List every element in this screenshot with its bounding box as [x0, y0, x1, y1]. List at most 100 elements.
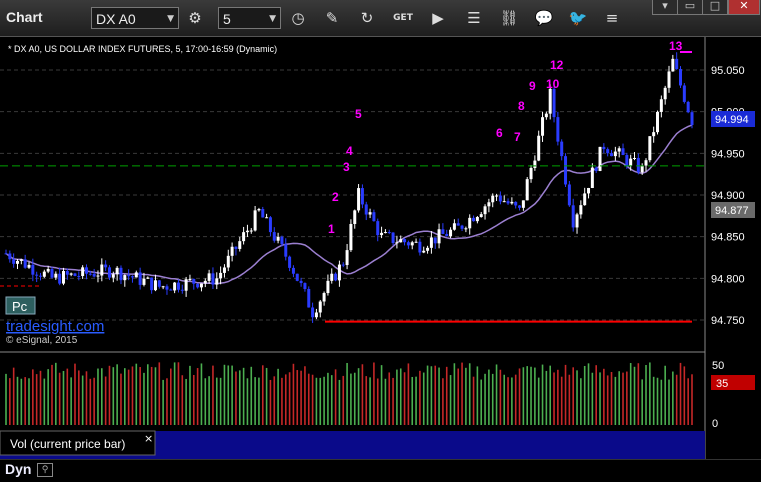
play-icon[interactable]: ▶: [426, 7, 450, 29]
link-icon[interactable]: ⛓: [497, 7, 521, 29]
interval-value: 5: [223, 11, 231, 27]
candle-body: [460, 225, 464, 229]
candle-body: [31, 264, 35, 275]
candle-body: [629, 158, 633, 166]
price-tick-label: 94.750: [711, 315, 745, 327]
candle-body: [180, 289, 184, 291]
candle-body: [295, 273, 299, 281]
comment-icon[interactable]: 💬: [532, 7, 556, 29]
time-clock-icon[interactable]: ◷: [286, 7, 310, 29]
interval-settings-gear-icon[interactable]: ⚙: [183, 7, 207, 29]
candle-body: [429, 237, 433, 248]
candle-body: [265, 217, 269, 219]
close-icon[interactable]: ×: [144, 432, 153, 445]
candle-body: [391, 232, 395, 244]
counter-label: 5: [355, 107, 362, 121]
candle-body: [656, 111, 660, 133]
candle-body: [199, 283, 203, 288]
symbol-input[interactable]: DX A0 ▼: [91, 7, 179, 29]
candle-body: [387, 232, 391, 234]
candle-body: [242, 232, 246, 242]
candle-body: [253, 210, 257, 231]
candle-body: [445, 233, 449, 237]
counter-label: 1: [328, 222, 335, 236]
candle-body: [521, 200, 525, 208]
candle-body: [452, 223, 456, 230]
counter-label: 2: [332, 190, 339, 204]
minimize-icon[interactable]: ▾: [652, 0, 678, 15]
candle-body: [364, 204, 368, 215]
candle-body: [548, 88, 552, 114]
twitter-icon[interactable]: 🐦: [566, 7, 590, 29]
price-chart[interactable]: 123456789101213 95.05095.00094.95094.900…: [0, 37, 761, 460]
candle-body: [456, 223, 460, 226]
candle-body: [652, 132, 656, 137]
candle-body: [77, 275, 81, 277]
candle-body: [575, 214, 579, 228]
candle-body: [671, 58, 675, 72]
candle-body: [215, 278, 219, 285]
candle-body: [341, 264, 345, 266]
candle-body: [372, 212, 376, 222]
candle-body: [395, 242, 399, 244]
candle-body: [303, 283, 307, 289]
pc-label: Pc: [12, 299, 28, 314]
candle-body: [203, 280, 207, 284]
chevron-down-icon[interactable]: ▼: [167, 8, 174, 30]
candle-body: [537, 135, 541, 161]
candle-body: [510, 201, 514, 204]
candle-body: [483, 206, 487, 215]
draw-pencil-icon[interactable]: ✎: [320, 7, 344, 29]
candle-body: [571, 205, 575, 228]
candle-body: [498, 195, 502, 202]
watermark-link[interactable]: tradesight.com: [6, 318, 104, 335]
candle-body: [334, 273, 338, 281]
close-icon[interactable]: ✕: [728, 0, 760, 15]
candle-body: [418, 241, 422, 253]
counter-label: 6: [496, 126, 503, 140]
candle-body: [119, 267, 123, 281]
last-price-label: 94.994: [715, 114, 749, 126]
refresh-icon[interactable]: ↻: [355, 7, 379, 29]
candle-body: [406, 242, 410, 246]
chevron-down-icon[interactable]: ▼: [269, 8, 276, 30]
candle-body: [514, 201, 518, 206]
candle-body: [238, 241, 242, 249]
candle-body: [8, 253, 12, 260]
candle-body: [376, 221, 380, 236]
maximize-icon[interactable]: □: [702, 0, 728, 15]
candle-body: [207, 273, 211, 281]
candle-body: [192, 278, 196, 284]
candle-body: [383, 232, 387, 234]
interval-input[interactable]: 5 ▼: [218, 7, 281, 29]
get-button[interactable]: GET: [391, 7, 415, 29]
candle-body: [648, 136, 652, 161]
bottom-mode[interactable]: Dyn: [5, 461, 31, 477]
candle-body: [602, 146, 606, 150]
candle-body: [326, 280, 330, 294]
list-icon[interactable]: ☰: [462, 7, 486, 29]
candle-body: [280, 236, 284, 245]
price-tick-label: 95.050: [711, 65, 745, 77]
candle-body: [682, 85, 686, 102]
candle-body: [307, 288, 311, 308]
candle-body: [61, 271, 65, 284]
candle-body: [272, 232, 276, 241]
restore-icon[interactable]: ▭: [677, 0, 703, 15]
app-title: Chart: [6, 9, 43, 25]
magnify-icon[interactable]: ⚲: [37, 463, 53, 477]
candle-body: [633, 157, 637, 159]
candle-body: [679, 69, 683, 86]
candle-body: [104, 264, 108, 268]
candle-body: [556, 117, 560, 142]
candle-body: [268, 217, 272, 233]
candle-body: [81, 267, 85, 277]
ma-price-label: 94.877: [715, 205, 749, 217]
candle-body: [610, 153, 614, 157]
counter-label: 10: [546, 77, 560, 91]
options-icon[interactable]: ≡: [600, 7, 624, 29]
candle-body: [475, 217, 479, 222]
candle-body: [69, 273, 73, 275]
candle-body: [161, 286, 165, 288]
candle-body: [579, 205, 583, 215]
